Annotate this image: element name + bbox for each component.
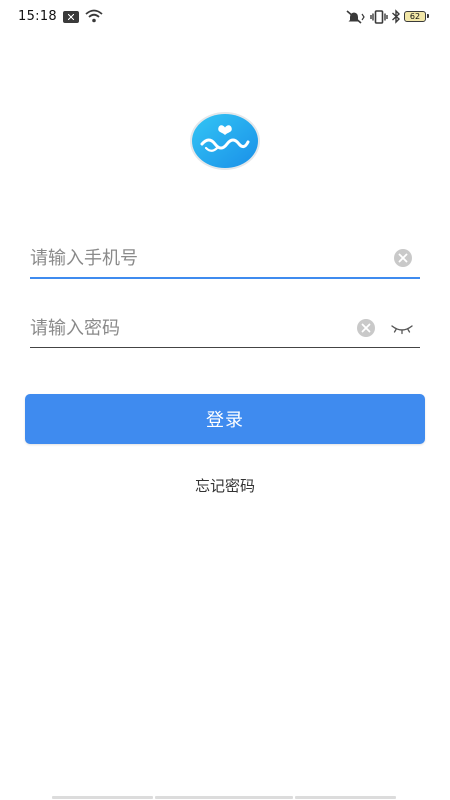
phone-field-container — [30, 239, 420, 279]
clear-password-icon[interactable] — [356, 318, 376, 338]
battery-icon: 62 — [404, 11, 429, 22]
forgot-password-link[interactable]: 忘记密码 — [0, 475, 450, 496]
password-input[interactable] — [30, 309, 350, 347]
gesture-nav-bar[interactable] — [52, 796, 398, 799]
battery-level: 62 — [409, 12, 421, 21]
notification-icon — [63, 11, 79, 23]
status-time: 15:18 — [18, 9, 57, 24]
status-bar: 15:18 62 — [0, 0, 450, 34]
bluetooth-icon — [392, 9, 401, 24]
password-field-container — [30, 309, 420, 348]
login-screen: 15:18 62 请输入手机号 登录 忘记密码 — [0, 0, 450, 800]
eye-closed-icon[interactable] — [390, 319, 414, 337]
login-button[interactable]: 登录 — [25, 394, 425, 444]
vibrate-icon — [370, 10, 388, 24]
app-logo-icon — [190, 112, 260, 170]
phone-input[interactable] — [30, 239, 350, 277]
mute-icon — [346, 10, 365, 24]
gesture-segment — [155, 796, 293, 799]
clear-phone-icon[interactable] — [393, 248, 413, 268]
gesture-segment — [295, 796, 396, 799]
gesture-segment — [52, 796, 153, 799]
wifi-icon — [85, 9, 103, 23]
